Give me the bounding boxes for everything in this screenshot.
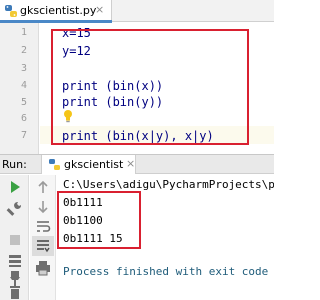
line-number: 1 bbox=[20, 27, 27, 38]
python-run-icon bbox=[49, 159, 60, 170]
line-number-gutter: 1 2 3 4 5 6 7 bbox=[0, 23, 39, 154]
close-tab-icon[interactable]: × bbox=[95, 3, 104, 17]
code-highlight-box bbox=[51, 29, 249, 145]
run-label: Run: bbox=[2, 158, 27, 171]
soft-wrap-icon[interactable] bbox=[34, 217, 52, 235]
run-tab-title: gkscientist bbox=[64, 158, 124, 171]
line-number: 5 bbox=[20, 97, 27, 108]
up-arrow-icon[interactable] bbox=[34, 178, 52, 196]
line-number: 4 bbox=[20, 80, 27, 91]
output-highlight-box bbox=[57, 191, 141, 249]
close-run-tab-icon[interactable]: × bbox=[126, 157, 135, 171]
run-toolbar-left bbox=[0, 175, 29, 300]
trash-icon[interactable] bbox=[6, 283, 24, 300]
down-arrow-icon[interactable] bbox=[34, 198, 52, 216]
layout-icon[interactable] bbox=[6, 252, 24, 270]
code-editor[interactable]: 1 2 3 4 5 6 7 x=15 y=12 print (bin(x)) p… bbox=[0, 23, 274, 154]
editor-tab-bar: gkscientist.py × bbox=[0, 0, 274, 23]
line-number: 3 bbox=[20, 63, 27, 74]
settings-wrench-icon[interactable] bbox=[6, 199, 24, 217]
line-number: 6 bbox=[20, 113, 27, 124]
print-icon[interactable] bbox=[34, 259, 52, 277]
rerun-icon[interactable] bbox=[6, 178, 24, 196]
line-number: 7 bbox=[20, 130, 27, 141]
console-path-line: C:\Users\adigu\PycharmProjects\pyt bbox=[63, 178, 274, 191]
run-tab-gkscientist[interactable]: gkscientist × bbox=[41, 155, 136, 174]
scroll-to-end-icon[interactable] bbox=[34, 237, 52, 255]
run-tool-window-header: Run: gkscientist × bbox=[0, 154, 274, 174]
editor-tab-title: gkscientist.py bbox=[20, 4, 97, 17]
line-number: 2 bbox=[20, 45, 27, 56]
python-file-icon bbox=[5, 5, 17, 17]
console-exit-message: Process finished with exit code 0 bbox=[63, 265, 274, 278]
run-console[interactable]: C:\Users\adigu\PycharmProjects\pyt 0b111… bbox=[57, 175, 274, 300]
stop-icon[interactable] bbox=[6, 231, 24, 249]
run-toolbar-mid bbox=[30, 175, 56, 300]
editor-tab-gkscientist[interactable]: gkscientist.py × bbox=[0, 0, 112, 23]
